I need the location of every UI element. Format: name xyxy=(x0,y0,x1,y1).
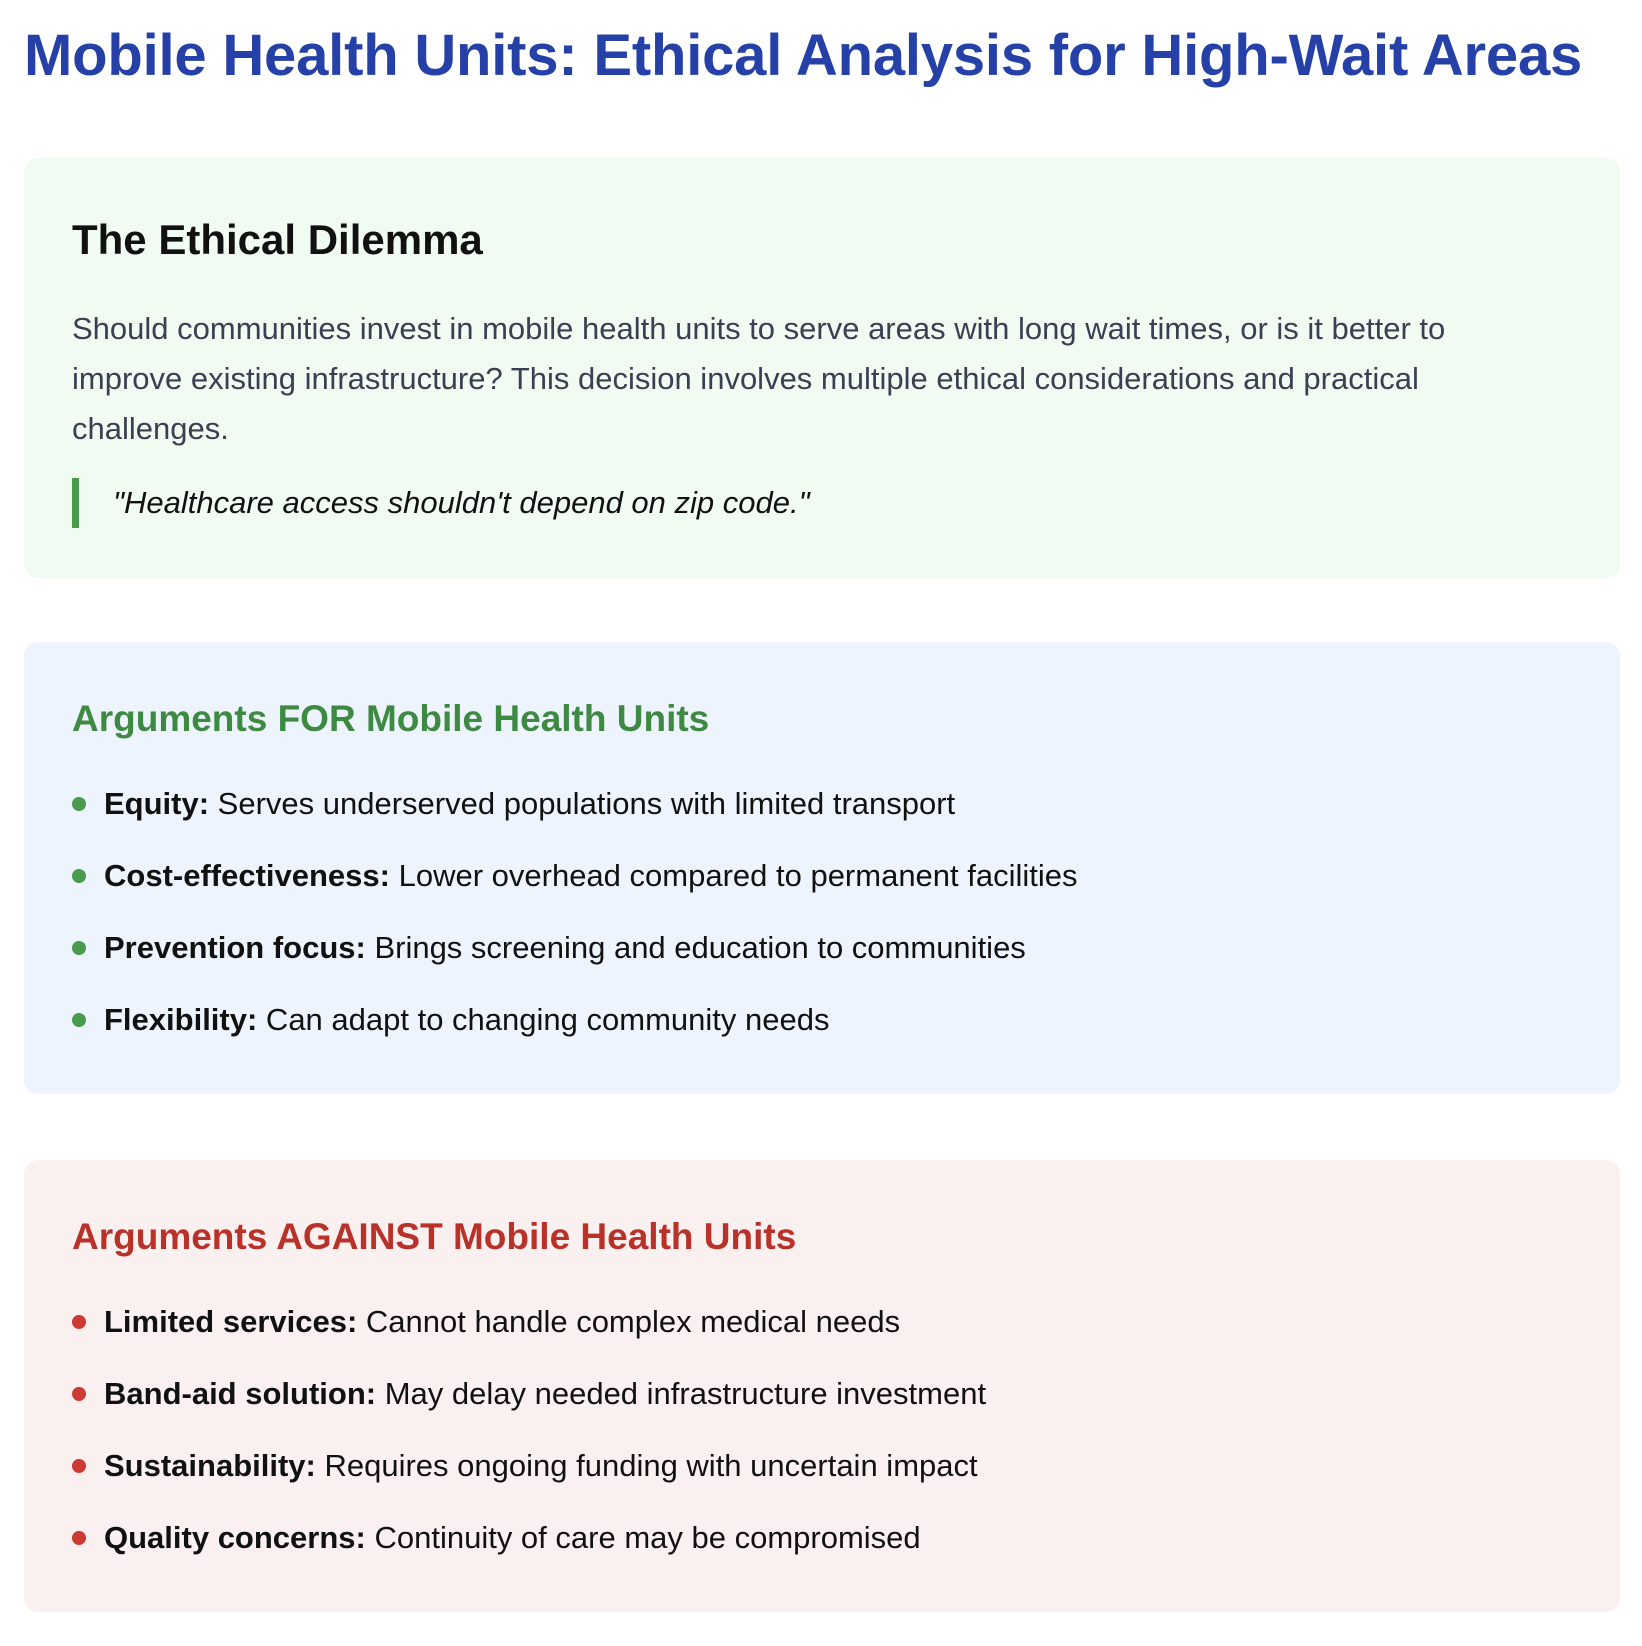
argument-label: Equity: xyxy=(104,786,210,821)
argument-for-item: Prevention focus: Brings screening and e… xyxy=(72,920,1078,992)
argument-text: Requires ongoing funding with uncertain … xyxy=(315,1448,978,1483)
page: Mobile Health Units: Ethical Analysis fo… xyxy=(0,0,1642,1646)
argument-text: Cannot handle complex medical needs xyxy=(357,1304,901,1339)
arguments-against-list: Limited services: Cannot handle complex … xyxy=(72,1294,986,1582)
argument-text: Brings screening and education to commun… xyxy=(365,930,1026,965)
argument-label: Limited services: xyxy=(104,1304,358,1339)
bullet-icon xyxy=(72,1387,86,1401)
argument-text: Continuity of care may be compromised xyxy=(365,1520,921,1555)
argument-label: Flexibility: xyxy=(104,1002,258,1037)
bullet-icon xyxy=(72,1531,86,1545)
arguments-against-heading: Arguments AGAINST Mobile Health Units xyxy=(72,1216,797,1257)
dilemma-card: The Ethical Dilemma Should communities i… xyxy=(24,158,1620,578)
bullet-icon xyxy=(72,797,86,811)
argument-against-item: Quality concerns: Continuity of care may… xyxy=(72,1510,986,1582)
arguments-for-list: Equity: Serves underserved populations w… xyxy=(72,776,1078,1064)
argument-for-item: Equity: Serves underserved populations w… xyxy=(72,776,1078,848)
argument-against-item: Sustainability: Requires ongoing funding… xyxy=(72,1438,986,1510)
page-title: Mobile Health Units: Ethical Analysis fo… xyxy=(24,23,1583,88)
argument-label: Prevention focus: xyxy=(104,930,366,965)
dilemma-heading: The Ethical Dilemma xyxy=(72,216,483,263)
argument-for-item: Cost-effectiveness: Lower overhead compa… xyxy=(72,848,1078,920)
argument-text: Lower overhead compared to permanent fac… xyxy=(389,858,1078,893)
dilemma-quote: "Healthcare access shouldn't depend on z… xyxy=(72,478,810,528)
arguments-against-card: Arguments AGAINST Mobile Health Units Li… xyxy=(24,1160,1620,1612)
dilemma-text: Should communities invest in mobile heal… xyxy=(72,311,1446,446)
argument-text: May delay needed infrastructure investme… xyxy=(376,1376,987,1411)
argument-label: Cost-effectiveness: xyxy=(104,858,390,893)
bullet-icon xyxy=(72,869,86,883)
argument-label: Sustainability: xyxy=(104,1448,316,1483)
bullet-icon xyxy=(72,1459,86,1473)
argument-for-item: Flexibility: Can adapt to changing commu… xyxy=(72,992,1078,1064)
arguments-for-heading: Arguments FOR Mobile Health Units xyxy=(72,698,710,739)
argument-against-item: Band-aid solution: May delay needed infr… xyxy=(72,1366,986,1438)
bullet-icon xyxy=(72,941,86,955)
argument-text: Serves underserved populations with limi… xyxy=(209,786,956,821)
argument-text: Can adapt to changing community needs xyxy=(257,1002,830,1037)
argument-label: Band-aid solution: xyxy=(104,1376,377,1411)
argument-against-item: Limited services: Cannot handle complex … xyxy=(72,1294,986,1366)
bullet-icon xyxy=(72,1013,86,1027)
bullet-icon xyxy=(72,1315,86,1329)
arguments-for-card: Arguments FOR Mobile Health Units Equity… xyxy=(24,642,1620,1094)
argument-label: Quality concerns: xyxy=(104,1520,366,1555)
